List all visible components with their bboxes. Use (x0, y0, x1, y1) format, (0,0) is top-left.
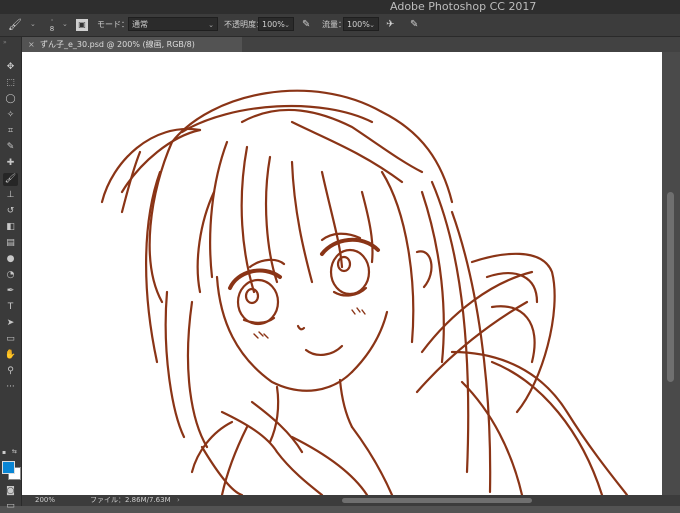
document-tab[interactable]: × ずん子_e_30.psd @ 200% (線画, RGB/8) (22, 37, 242, 52)
brush-preset-chevron-icon[interactable]: ⌄ (30, 17, 36, 32)
mode-label: モード： (97, 20, 129, 29)
opacity-input[interactable]: 100% ⌄ (258, 17, 294, 31)
screen-mode-icon[interactable]: ▭ (3, 500, 18, 513)
status-bar: 200% ファイル：2.86M/7.63M › (22, 495, 680, 506)
document-tab-title: ずん子_e_30.psd @ 200% (線画, RGB/8) (40, 40, 195, 49)
close-tab-icon[interactable]: × (28, 37, 35, 52)
crop-icon[interactable]: ⌗ (3, 125, 18, 138)
status-menu-chevron-icon[interactable]: › (177, 495, 180, 506)
pressure-opacity-icon[interactable]: ✎ (302, 17, 310, 32)
horizontal-scrollbar-thumb[interactable] (342, 498, 532, 503)
vertical-scrollbar-thumb[interactable] (667, 192, 674, 382)
file-info: ファイル：2.86M/7.63M (90, 496, 171, 504)
history-brush-icon[interactable]: ↺ (3, 205, 18, 218)
document-canvas[interactable] (22, 52, 662, 495)
rectangle-icon[interactable]: ▭ (3, 333, 18, 346)
quick-mask-icon[interactable]: ◙ (3, 485, 18, 498)
healing-brush-icon[interactable]: ✚ (3, 157, 18, 170)
opacity-value: 100% (262, 20, 285, 29)
foreground-color-swatch[interactable] (2, 461, 15, 474)
mode-select[interactable]: 通常 ⌄ (128, 17, 218, 31)
panel-collapse-icon[interactable]: » (3, 39, 7, 46)
brush-icon[interactable]: 🖌 (3, 173, 18, 186)
gradient-icon[interactable]: ▤ (3, 237, 18, 250)
tools-panel: » ✥ ⬚ ◯ ✧ ⌗ ✎ ✚ 🖌 ⊥ ↺ ◧ ▤ ● ◔ ✒ T ➤ ▭ ✋ ⚲ ··· ▪ ⇆ ◙ ▭ (0, 37, 22, 511)
vertical-scrollbar[interactable] (662, 52, 680, 495)
eyedropper-icon[interactable]: ✎ (3, 141, 18, 154)
pressure-size-icon[interactable]: ✎ (410, 17, 418, 32)
swap-colors-icon[interactable]: ⇆ (12, 448, 17, 455)
mode-chevron-icon: ⌄ (208, 21, 214, 29)
default-colors-icon[interactable]: ▪ (2, 449, 6, 456)
brush-size-picker[interactable]: · 8 (46, 17, 58, 34)
hand-icon[interactable]: ✋ (3, 349, 18, 362)
mode-value: 通常 (132, 20, 148, 29)
flow-value: 100% (347, 20, 370, 29)
title-bar: Adobe Photoshop CC 2017 (0, 0, 680, 14)
lasso-icon[interactable]: ◯ (3, 93, 18, 106)
app-title: Adobe Photoshop CC 2017 (390, 0, 537, 13)
brush-size-value: 8 (49, 25, 55, 33)
flow-chevron-icon: ⌄ (369, 21, 375, 29)
type-icon[interactable]: T (3, 301, 18, 314)
path-selection-icon[interactable]: ➤ (3, 317, 18, 330)
line-art-drawing (100, 89, 629, 495)
options-bar: 🖌 ⌄ · 8 ⌄ ▣ モード： 通常 ⌄ 不透明度： 100% ⌄ ✎ 流量：… (0, 14, 680, 37)
opacity-chevron-icon: ⌄ (284, 21, 290, 29)
marquee-icon[interactable]: ⬚ (3, 77, 18, 90)
document-tabs: × ずん子_e_30.psd @ 200% (線画, RGB/8) (22, 37, 680, 52)
brush-panel-toggle-icon[interactable]: ▣ (76, 19, 88, 31)
blur-icon[interactable]: ● (3, 253, 18, 266)
airbrush-icon[interactable]: ✈ (386, 17, 394, 32)
brush-preset-icon[interactable]: 🖌 (8, 17, 22, 32)
brush-size-chevron-icon[interactable]: ⌄ (62, 17, 68, 32)
pen-icon[interactable]: ✒ (3, 285, 18, 298)
zoom-icon[interactable]: ⚲ (3, 365, 18, 378)
eraser-icon[interactable]: ◧ (3, 221, 18, 234)
zoom-level[interactable]: 200% (35, 495, 55, 506)
dodge-icon[interactable]: ◔ (3, 269, 18, 282)
move-icon[interactable]: ✥ (3, 61, 18, 74)
clone-stamp-icon[interactable]: ⊥ (3, 189, 18, 202)
more-tools-icon[interactable]: ··· (3, 381, 18, 394)
flow-input[interactable]: 100% ⌄ (343, 17, 379, 31)
magic-wand-icon[interactable]: ✧ (3, 109, 18, 122)
